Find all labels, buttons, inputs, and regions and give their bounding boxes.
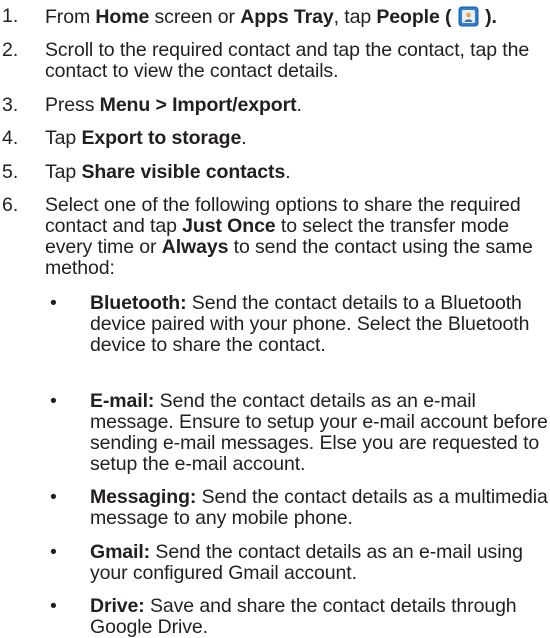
step-number: 1. (2, 5, 19, 27)
option-text: E-mail: Send the contact details as an e… (90, 390, 548, 475)
option-text: Messaging: Send the contact details as a… (90, 486, 548, 529)
step-text: Tap Share visible contacts. (45, 161, 291, 183)
step-text: Select one of the following options to s… (45, 194, 533, 279)
step-number: 3. (2, 94, 19, 116)
step-text: Scroll to the required contact and tap t… (45, 39, 530, 82)
instruction-document: 1. From Home screen or Apps Tray, tap Pe… (0, 0, 550, 638)
option-text: Bluetooth: Send the contact details to a… (90, 292, 530, 356)
bullet-symbol: • (50, 390, 57, 412)
step-number: 2. (2, 39, 19, 61)
bullet-symbol: • (50, 486, 57, 508)
step-text: Tap Export to storage. (45, 127, 247, 149)
option-text: Drive: Save and share the contact detail… (90, 595, 517, 638)
people-icon (458, 6, 479, 27)
step-number: 6. (2, 194, 19, 216)
bullet-symbol: • (50, 595, 57, 617)
step-text: From Home screen or Apps Tray, tap Peopl… (45, 6, 497, 28)
step-number: 4. (2, 127, 19, 149)
bullet-symbol: • (50, 292, 57, 314)
bullet-symbol: • (50, 541, 57, 563)
step-number: 5. (2, 161, 19, 183)
step-text: Press Menu > Import/export. (45, 94, 302, 116)
option-text: Gmail: Send the contact details as an e-… (90, 541, 523, 584)
